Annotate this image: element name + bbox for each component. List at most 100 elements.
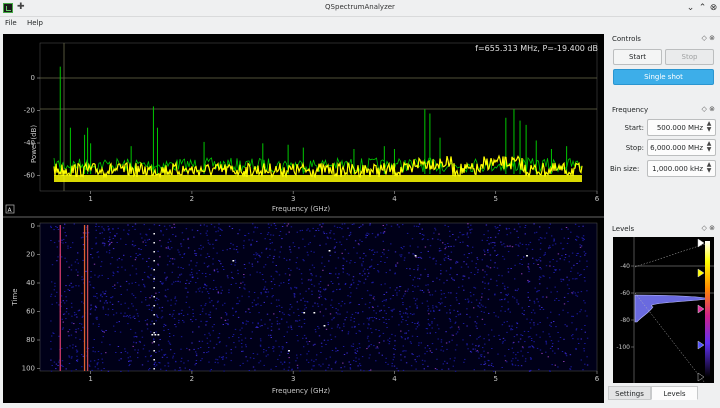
waterfall-pixel	[102, 336, 104, 338]
waterfall-pixel	[141, 330, 143, 332]
waterfall-pixel	[548, 247, 550, 249]
waterfall-pixel	[108, 228, 110, 230]
waterfall-pixel	[404, 356, 406, 358]
waterfall-pixel	[504, 310, 506, 312]
spin-arrows-icon[interactable]: ▲ ▼	[706, 141, 712, 153]
waterfall-pixel	[411, 238, 414, 240]
waterfall-pixel	[577, 272, 579, 274]
waterfall-pixel	[200, 320, 202, 322]
waterfall-pixel	[379, 310, 381, 312]
waterfall-pixel	[61, 328, 64, 330]
waterfall-pixel	[432, 307, 434, 309]
waterfall-pixel	[208, 361, 210, 363]
waterfall-pixel	[362, 258, 364, 260]
waterfall-pixel	[480, 363, 482, 365]
waterfall-pixel	[369, 317, 371, 319]
waterfall-pixel	[100, 295, 102, 297]
waterfall-pixel	[399, 286, 401, 288]
waterfall-pixel	[76, 316, 78, 318]
waterfall-pixel	[577, 236, 580, 238]
minimize-icon[interactable]: ⌄	[685, 3, 696, 14]
waterfall-pixel	[377, 305, 379, 307]
waterfall-pixel	[74, 261, 77, 263]
dock-float-close-icon[interactable]: ◇ ⊗	[702, 34, 715, 42]
waterfall-pixel	[502, 255, 504, 257]
waterfall-pixel	[330, 368, 333, 370]
waterfall-pixel	[62, 300, 64, 302]
waterfall-pixel	[417, 264, 419, 266]
start-freq-spinbox[interactable]: 500.000 MHz ▲ ▼	[647, 119, 716, 136]
waterfall-pixel	[407, 330, 410, 332]
maximize-icon[interactable]: ⌃	[697, 3, 708, 14]
dock-float-close-icon[interactable]: ◇ ⊗	[702, 224, 715, 232]
waterfall-pixel	[535, 231, 538, 233]
waterfall-pixel	[375, 318, 378, 320]
waterfall-pixel	[258, 362, 260, 364]
waterfall-pixel	[82, 326, 84, 328]
waterfall-pixel	[483, 338, 485, 340]
waterfall-pixel	[393, 356, 395, 358]
waterfall-pixel	[510, 329, 512, 331]
waterfall-pixel	[158, 307, 161, 309]
waterfall-pixel	[238, 337, 240, 339]
waterfall-pixel	[343, 323, 345, 325]
waterfall-pixel	[281, 312, 284, 314]
waterfall-xtick-label: 4	[392, 375, 397, 383]
waterfall-pixel	[126, 289, 128, 291]
waterfall-pixel	[469, 229, 471, 231]
waterfall-pixel	[288, 279, 290, 280]
waterfall-pixel	[85, 270, 87, 272]
single-shot-button[interactable]: Single shot	[613, 69, 714, 85]
waterfall-pixel	[560, 278, 562, 280]
waterfall-pixel	[443, 282, 445, 284]
spin-arrows-icon[interactable]: ▲ ▼	[706, 121, 712, 133]
plots-canvas[interactable]: 0-20-40-601 2 3 4 5 6Frequency (GHz)Power (dB…	[3, 34, 604, 403]
waterfall-pixel	[313, 251, 315, 253]
levels-histogram[interactable]: -40 -60 -80 -100	[613, 237, 714, 388]
close-icon[interactable]: ⊗	[708, 3, 719, 14]
spin-arrows-icon[interactable]: ▲ ▼	[706, 162, 712, 174]
waterfall-pixel	[525, 244, 527, 246]
waterfall-pixel	[256, 253, 259, 255]
waterfall-pixel	[159, 240, 161, 242]
waterfall-xtick-label: 3	[291, 375, 295, 383]
waterfall-pixel	[97, 359, 100, 361]
waterfall-pixel	[263, 288, 265, 290]
waterfall-pixel	[371, 233, 374, 235]
waterfall-pixel	[302, 259, 304, 261]
waterfall-pixel	[502, 337, 505, 339]
tab-levels[interactable]: Levels	[651, 386, 698, 400]
waterfall-pixel	[198, 248, 200, 250]
waterfall-pixel	[500, 310, 502, 312]
waterfall-pixel	[329, 272, 331, 274]
menu-help[interactable]: Help	[27, 19, 43, 27]
waterfall-pixel	[449, 274, 451, 276]
waterfall-pixel	[302, 297, 304, 299]
waterfall-pixel	[248, 262, 250, 264]
waterfall-pixel	[173, 258, 176, 260]
tab-settings[interactable]: Settings	[608, 386, 651, 400]
waterfall-pixel	[373, 310, 375, 312]
waterfall-pixel	[220, 317, 223, 319]
waterfall-pixel	[227, 277, 229, 279]
dock-float-close-icon[interactable]: ◇ ⊗	[702, 105, 715, 113]
waterfall-pixel	[73, 312, 76, 314]
waterfall-pixel	[287, 369, 290, 371]
waterfall-pixel	[449, 312, 451, 314]
start-button[interactable]: Start	[613, 49, 662, 65]
waterfall-pixel	[101, 341, 103, 343]
menu-file[interactable]: File	[5, 19, 17, 27]
stop-freq-spinbox[interactable]: 6,000.000 MHz ▲ ▼	[647, 139, 716, 156]
waterfall-pixel	[296, 357, 298, 359]
waterfall-pixel	[213, 226, 216, 228]
waterfall-pixel	[491, 362, 493, 364]
waterfall-pixel	[415, 361, 417, 363]
bin-size-spinbox[interactable]: 1,000.000 kHz ▲ ▼	[647, 160, 716, 177]
waterfall-pixel	[580, 338, 582, 340]
waterfall-pixel	[171, 227, 173, 229]
waterfall-pixel	[347, 227, 349, 229]
waterfall-pixel	[568, 255, 570, 257]
waterfall-pixel	[458, 303, 460, 305]
waterfall-pixel	[116, 242, 118, 243]
stop-button[interactable]: Stop	[665, 49, 714, 65]
